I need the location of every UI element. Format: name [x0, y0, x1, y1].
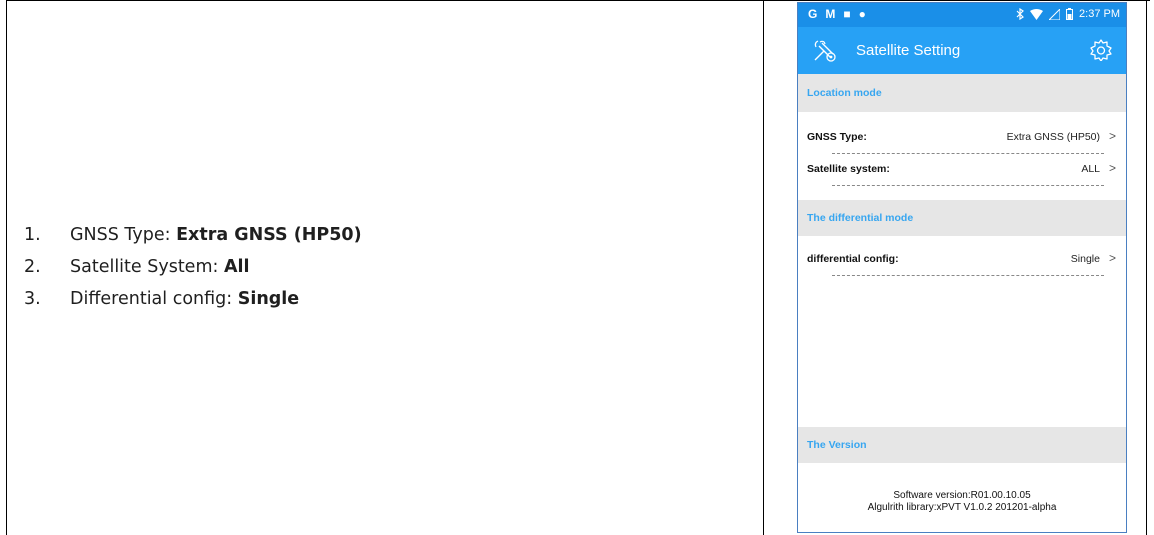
- bluetooth-icon: [1016, 8, 1024, 20]
- list-value: Extra GNSS (HP50): [176, 225, 362, 245]
- table-top-border: [6, 0, 1150, 1]
- version-info: Software version:R01.00.10.05 Algulrith …: [798, 490, 1126, 514]
- app-title: Satellite Setting: [856, 42, 961, 59]
- library-version: Algulrith library:xPVT V1.0.2 201201-alp…: [867, 502, 1057, 513]
- divider: [832, 275, 1104, 276]
- row-differential-config[interactable]: differential config: Single >: [798, 244, 1126, 276]
- app-bar: Satellite Setting: [798, 27, 1126, 74]
- row-label: differential config:: [807, 253, 899, 265]
- list-label: Differential config:: [70, 289, 238, 309]
- list-number: 3.: [24, 289, 41, 309]
- list-value: Single: [237, 289, 300, 309]
- battery-icon: [1066, 8, 1074, 20]
- row-label: Satellite system:: [807, 163, 890, 175]
- chevron-right-icon: >: [1108, 129, 1116, 143]
- g-app-icon: G: [808, 7, 818, 21]
- gear-icon[interactable]: [1090, 39, 1112, 61]
- list-item: 3. Differential config: Single: [24, 283, 724, 315]
- mail-icon: M: [825, 7, 836, 21]
- section-header-differential: The differential mode: [798, 200, 1126, 236]
- row-satellite-system[interactable]: Satellite system: ALL >: [798, 154, 1126, 186]
- wifi-icon: [1030, 8, 1044, 20]
- list-number: 1.: [24, 225, 41, 245]
- settings-list: 1. GNSS Type: Extra GNSS (HP50) 2. Satelli…: [24, 219, 724, 315]
- table-right-border: [1146, 0, 1147, 535]
- satellite-logo-icon: [814, 40, 836, 62]
- status-bar: G M ■ ● 2:37 PM: [798, 3, 1126, 27]
- section-header-location: Location mode: [798, 74, 1126, 112]
- list-label: GNSS Type:: [70, 225, 177, 245]
- image-icon: ■: [843, 7, 851, 21]
- signal-icon: [1049, 8, 1061, 20]
- row-gnss-type[interactable]: GNSS Type: Extra GNSS (HP50) >: [798, 122, 1126, 154]
- section-header-version: The Version: [798, 427, 1126, 463]
- chevron-right-icon: >: [1108, 161, 1116, 175]
- chevron-right-icon: >: [1108, 251, 1116, 265]
- list-item: 1. GNSS Type: Extra GNSS (HP50): [24, 219, 724, 251]
- row-value: Single: [1070, 253, 1100, 265]
- table-column-divider: [763, 0, 764, 535]
- software-version: Software version:R01.00.10.05: [893, 490, 1031, 501]
- list-label: Satellite System:: [70, 257, 224, 277]
- list-item: 2. Satellite System: All: [24, 251, 724, 283]
- list-number: 2.: [24, 257, 41, 277]
- row-value: Extra GNSS (HP50): [1006, 131, 1100, 143]
- phone-screenshot: G M ■ ● 2:37 PM Satellite Setting Locati…: [797, 2, 1127, 533]
- row-value: ALL: [1081, 163, 1100, 175]
- status-time: 2:37 PM: [1079, 8, 1120, 20]
- record-icon: ●: [858, 7, 866, 21]
- list-value: All: [223, 257, 250, 277]
- divider: [832, 185, 1104, 186]
- table-left-border: [6, 0, 7, 535]
- row-label: GNSS Type:: [807, 131, 867, 143]
